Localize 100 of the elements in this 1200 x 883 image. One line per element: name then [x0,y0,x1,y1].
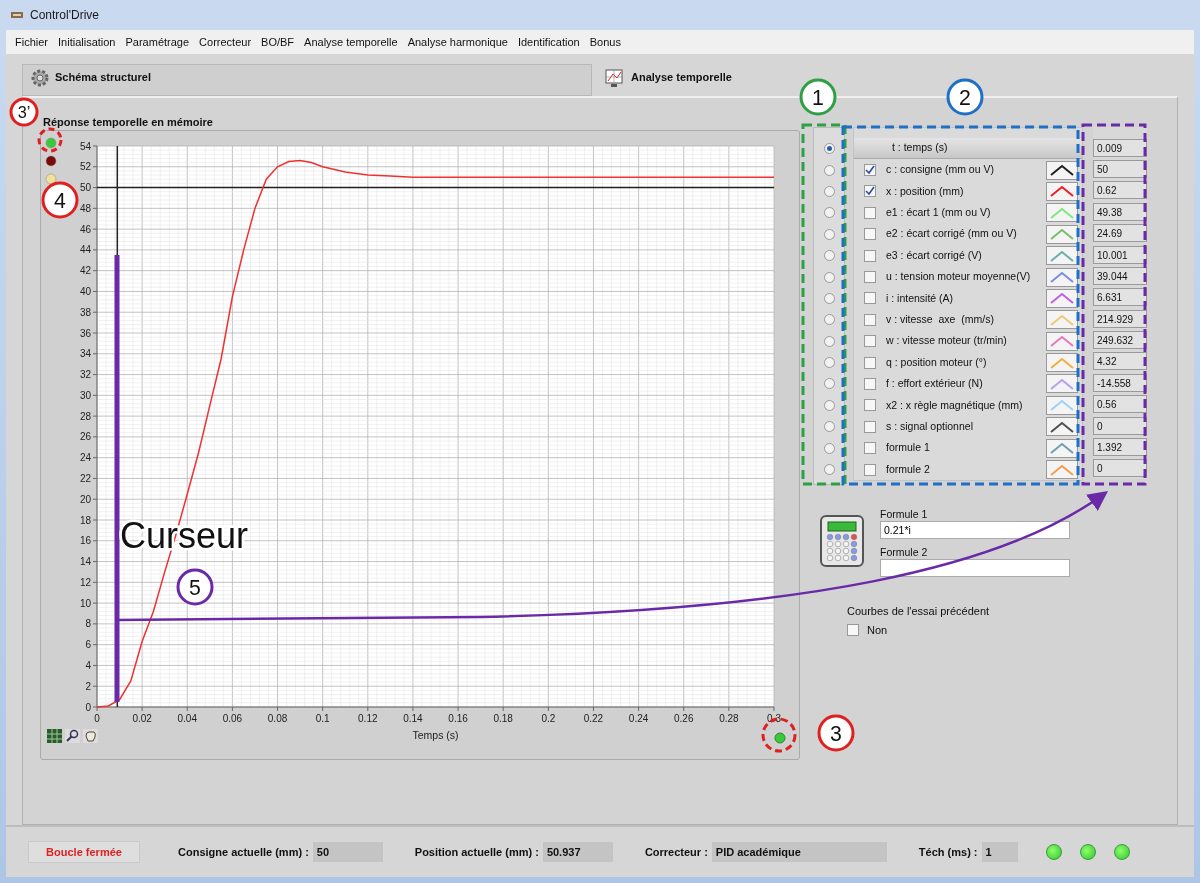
value-field: -14.558 [1093,373,1147,392]
tick-label: 44 [79,244,91,256]
checkbox[interactable] [864,206,876,219]
option-label: Non [867,622,888,638]
tick-label: 50 [79,182,91,194]
checkbox[interactable] [864,356,876,369]
tick-label: 32 [79,369,91,381]
checkbox[interactable] [864,442,876,455]
tick-label: 48 [79,202,91,214]
checkbox[interactable] [864,463,876,476]
status-value: PID académique [711,842,887,862]
checkbox[interactable] [864,292,876,305]
tick-label: 0.12 [358,713,378,724]
radio-button[interactable] [823,442,835,454]
checkbox[interactable] [864,313,876,326]
input-field[interactable] [880,559,1070,578]
channel-label: i : intensité (A) [886,290,955,306]
line-swatch[interactable] [1046,395,1078,415]
chart-icon [605,69,625,89]
tick-label: 0.3 [767,713,781,724]
checkbox[interactable] [847,624,859,636]
dashed-circle [37,127,63,153]
checkbox[interactable] [864,420,876,433]
line-swatch[interactable] [1046,288,1078,308]
radio-button[interactable] [823,207,835,219]
menu-item[interactable]: Correcteur [194,33,257,51]
tick-label: 4 [85,659,91,671]
menu-item[interactable]: Fichier [10,33,53,51]
value-field: 4.32 [1093,352,1147,371]
radio-button[interactable] [823,378,835,390]
status-value: 50.937 [542,842,613,862]
tick-label: 0.2 [541,713,556,724]
value-field: 10.001 [1093,245,1147,264]
tick-label: 0.24 [628,713,649,724]
radio-button[interactable] [823,335,835,347]
axis-label: Temps (s) [412,729,459,741]
value-field: 0.009 [1093,138,1147,157]
tick-label: 10 [79,597,91,609]
checkbox[interactable] [864,228,876,241]
radio-button[interactable] [823,464,835,476]
status-label: Position actuelle (mm) : [414,844,539,860]
checkbox[interactable] [864,378,876,390]
value-field: 24.69 [1093,224,1147,243]
checkbox[interactable] [864,249,876,262]
menu-item[interactable]: Paramétrage [120,33,195,51]
checkbox[interactable] [864,164,876,177]
input-field[interactable]: 0.21*i [880,521,1070,540]
tick-label: 0.26 [674,713,694,724]
menu-item[interactable]: Analyse harmonique [402,33,513,51]
group-label: Courbes de l'essai précédent [847,604,991,620]
menu-item[interactable]: Identification [512,33,585,51]
menu-item[interactable]: BO/BF [256,33,300,51]
tick-label: 52 [79,161,91,173]
column-header[interactable]: t : temps (s) [854,138,1082,160]
radio-button[interactable] [823,314,835,326]
menu-item[interactable]: Analyse temporelle [299,33,403,51]
hand-icon [83,729,98,743]
tick-label: 0.08 [267,713,288,724]
radio-button[interactable] [823,250,835,262]
radio-button[interactable] [823,271,835,283]
value-field: 39.044 [1093,266,1147,285]
callout-marker: 3’ [9,97,39,127]
checkbox[interactable] [864,271,876,284]
radio-button[interactable] [823,228,835,240]
tick-label: 14 [79,556,91,568]
radio-button[interactable] [823,185,835,197]
tick-label: 0.16 [448,713,468,724]
checkbox[interactable] [864,185,876,198]
value-field: 214.929 [1093,309,1147,328]
tick-label: 16 [79,535,91,547]
tab[interactable]: Schéma structurel [22,64,592,96]
callout-marker: 3 [817,714,855,752]
channel-label: formule 2 [886,461,931,477]
channel-label: s : signal optionnel [886,418,974,434]
tick-label: 0.04 [177,713,197,724]
radio-button[interactable] [823,164,835,176]
mode-indicator: Boucle fermée [28,841,140,863]
radio-button[interactable] [823,292,835,304]
channel-label: w : vitesse moteur (tr/min) [886,333,1008,349]
channel-label: e2 : écart corrigé (mm ou V) [886,226,1018,242]
tick-label: 26 [79,431,91,443]
tick-label: 6 [85,639,91,651]
value-field: 0 [1093,416,1147,435]
checkbox[interactable] [864,399,876,412]
calculator-icon [820,515,864,568]
radio-button[interactable] [823,143,835,155]
line-swatch[interactable] [1046,181,1078,201]
radio-button[interactable] [823,357,835,369]
channel-label: q : position moteur (°) [886,354,988,370]
tick-label: 22 [79,472,91,484]
graph-title: Réponse temporelle en mémoire [42,115,214,130]
channel-label: v : vitesse axe (mm/s) [886,311,995,327]
tick-label: 0.22 [583,713,604,724]
menu-item[interactable]: Initialisation [53,33,121,51]
checkbox[interactable] [864,335,876,348]
menu-item[interactable]: Bonus [584,33,626,51]
tick-label: 0.02 [132,713,152,724]
value-field: 249.632 [1093,331,1147,350]
radio-button[interactable] [823,421,835,433]
radio-button[interactable] [823,399,835,411]
